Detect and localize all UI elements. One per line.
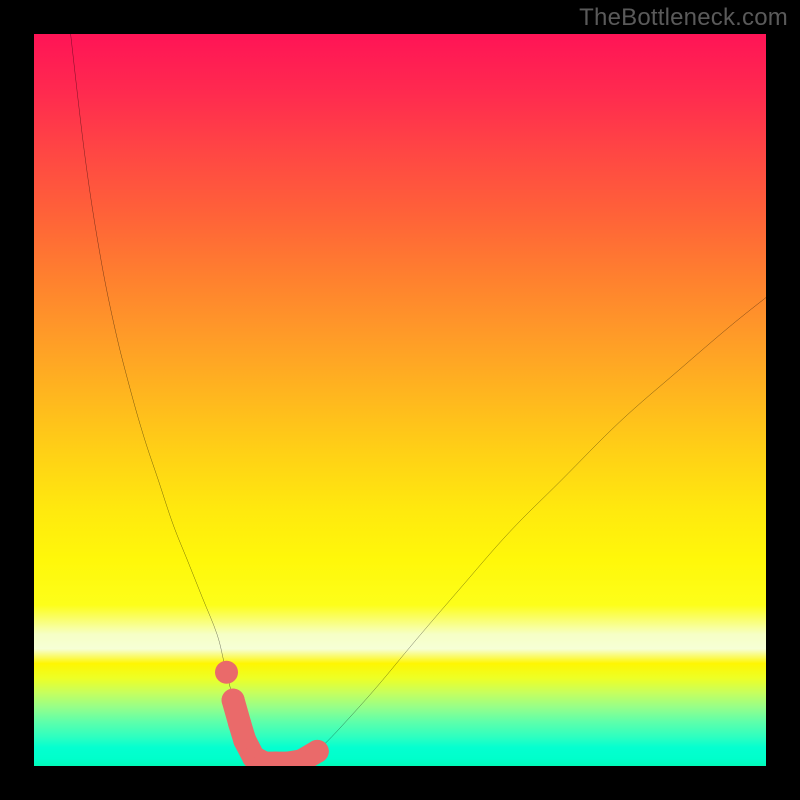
- tick-marker: [215, 661, 238, 684]
- chart-frame: TheBottleneck.com: [0, 0, 800, 800]
- curve-layer: [34, 34, 766, 766]
- right-curve: [298, 298, 766, 764]
- plot-area: [34, 34, 766, 766]
- left-curve: [71, 34, 269, 764]
- tick-marker: [306, 740, 329, 763]
- marker-group: [215, 661, 329, 766]
- watermark-text: TheBottleneck.com: [579, 4, 788, 32]
- tick-marker: [222, 689, 245, 712]
